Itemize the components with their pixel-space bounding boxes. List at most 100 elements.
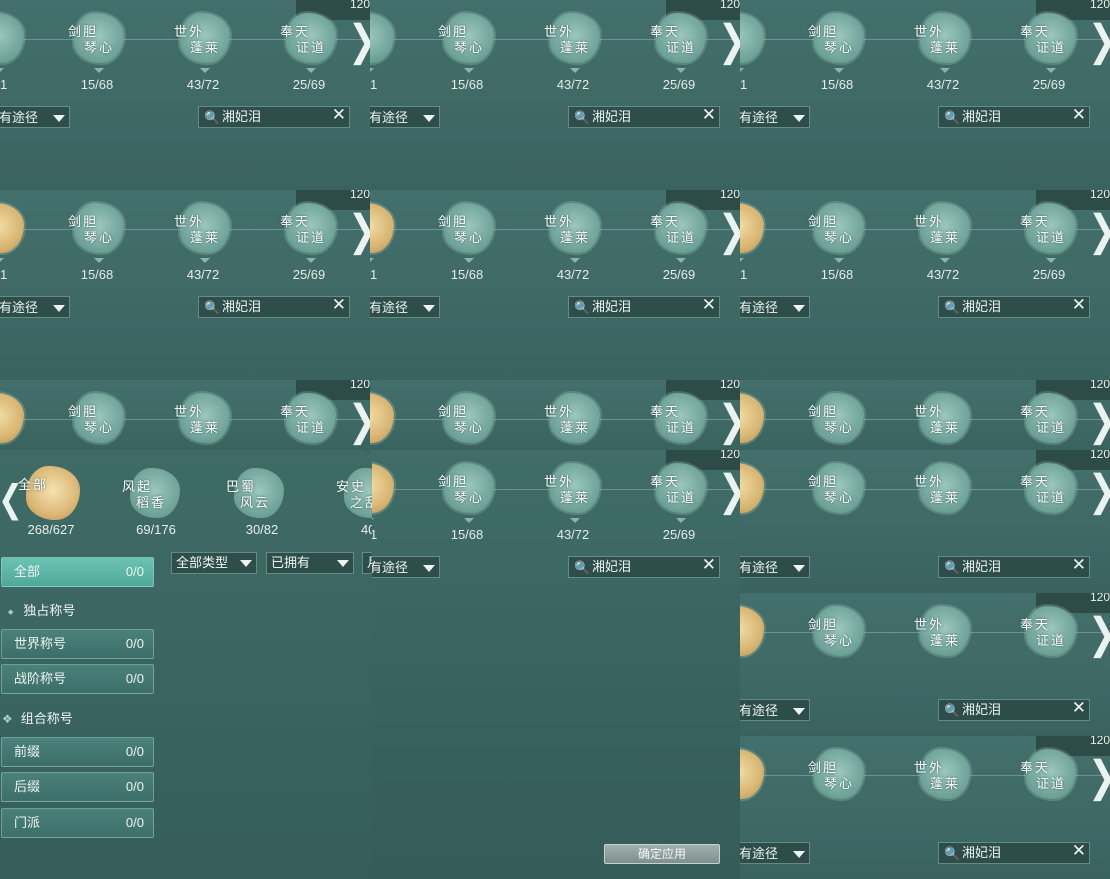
next-arrow-icon[interactable]: ❯ (1088, 756, 1110, 799)
medal-button-2[interactable]: 世外 蓬莱 (544, 463, 600, 513)
medal-button-2[interactable]: 世外 蓬莱 (914, 606, 970, 656)
medal-button-2[interactable]: 世外 蓬莱 (544, 203, 600, 253)
medal-button-3[interactable]: 奉天 证道 (1020, 606, 1076, 656)
medal-button-0[interactable]: 乱 (370, 393, 394, 443)
medal-button-1[interactable]: 剑胆 琴心 (808, 606, 864, 656)
clear-icon[interactable]: ✕ (702, 105, 716, 125)
medal-button-0[interactable]: 乱 (370, 203, 394, 253)
source-dropdown[interactable]: 有途径 (740, 296, 810, 318)
next-arrow-icon[interactable]: ❯ (1088, 20, 1110, 63)
search-input[interactable]: 🔍 湘妃泪 ✕ (568, 105, 720, 128)
category-medal-1[interactable]: 风起 稻香 (122, 468, 180, 518)
medal-button-2[interactable]: 世外 蓬莱 (174, 393, 230, 443)
search-input[interactable]: 🔍 湘妃泪 ✕ (198, 295, 350, 318)
medal-button-3[interactable]: 奉天 证道 (1020, 13, 1076, 63)
medal-button-3[interactable]: 奉天 证道 (1020, 749, 1076, 799)
medal-button-1[interactable]: 剑胆 琴心 (808, 13, 864, 63)
medal-button-3[interactable]: 奉天 证道 (650, 13, 706, 63)
source-dropdown[interactable]: 有途径 (740, 556, 810, 578)
medal-button-1[interactable]: 剑胆 琴心 (438, 463, 494, 513)
medal-button-1[interactable]: 剑胆 琴心 (68, 13, 124, 63)
sidebar-item-prefix[interactable]: 前缀 0/0 (1, 737, 154, 767)
medal-button-1[interactable]: 剑胆 琴心 (68, 393, 124, 443)
extra-filter-dropdown[interactable]: 月 (362, 552, 372, 574)
medal-button-2[interactable]: 世外 蓬莱 (544, 393, 600, 443)
next-arrow-icon[interactable]: ❯ (718, 210, 740, 253)
search-input[interactable]: 🔍 湘妃泪 ✕ (938, 698, 1090, 721)
search-input[interactable]: 🔍 湘妃泪 ✕ (568, 555, 720, 578)
search-input[interactable]: 🔍 湘妃泪 ✕ (938, 841, 1090, 864)
medal-button-2[interactable]: 世外 蓬莱 (914, 749, 970, 799)
sidebar-item-suffix[interactable]: 后缀 0/0 (1, 772, 154, 802)
clear-icon[interactable]: ✕ (702, 555, 716, 575)
category-medal-0[interactable]: 全部 (18, 466, 80, 520)
source-dropdown[interactable]: 有途径 (740, 699, 810, 721)
medal-button-3[interactable]: 奉天 证道 (280, 203, 336, 253)
medal-button-2[interactable]: 世外 蓬莱 (914, 13, 970, 63)
ownership-filter-dropdown[interactable]: 已拥有 (266, 552, 354, 574)
medal-button-0[interactable]: 乱 (0, 203, 24, 253)
clear-icon[interactable]: ✕ (1072, 841, 1086, 861)
search-input[interactable]: 🔍 湘妃泪 ✕ (198, 105, 350, 128)
next-arrow-icon[interactable]: ❯ (348, 210, 370, 253)
medal-button-0[interactable]: 乱 (740, 606, 764, 656)
medal-button-1[interactable]: 剑胆 琴心 (438, 203, 494, 253)
next-arrow-icon[interactable]: ❯ (718, 400, 740, 443)
sidebar-item-school[interactable]: 门派 0/0 (1, 808, 154, 838)
medal-button-0[interactable]: 乱 (740, 13, 764, 63)
medal-button-3[interactable]: 奉天 证道 (650, 203, 706, 253)
category-medal-2[interactable]: 巴蜀 风云 (226, 468, 284, 518)
confirm-apply-button[interactable]: 确定应用 (604, 844, 720, 864)
medal-button-0[interactable]: 乱 (0, 13, 24, 63)
sidebar-item-world[interactable]: 世界称号 0/0 (1, 629, 154, 659)
source-dropdown[interactable]: 有途径 (370, 106, 440, 128)
next-arrow-icon[interactable]: ❯ (718, 20, 740, 63)
medal-button-0[interactable]: 乱 (740, 463, 764, 513)
medal-button-1[interactable]: 剑胆 琴心 (68, 203, 124, 253)
clear-icon[interactable]: ✕ (1072, 555, 1086, 575)
source-dropdown[interactable]: 有途径 (370, 556, 440, 578)
search-input[interactable]: 🔍 湘妃泪 ✕ (938, 555, 1090, 578)
medal-button-3[interactable]: 奉天 证道 (280, 393, 336, 443)
type-filter-dropdown[interactable]: 全部类型 (171, 552, 257, 574)
medal-button-3[interactable]: 奉天 证道 (650, 393, 706, 443)
medal-button-0[interactable]: 乱 (740, 393, 764, 443)
medal-button-0[interactable]: 乱 (740, 749, 764, 799)
search-input[interactable]: 🔍 湘妃泪 ✕ (568, 295, 720, 318)
sidebar-item-rank[interactable]: 战阶称号 0/0 (1, 664, 154, 694)
search-input[interactable]: 🔍 湘妃泪 ✕ (938, 105, 1090, 128)
next-arrow-icon[interactable]: ❯ (348, 400, 370, 443)
medal-button-2[interactable]: 世外 蓬莱 (174, 203, 230, 253)
medal-button-3[interactable]: 奉天 证道 (1020, 203, 1076, 253)
medal-button-1[interactable]: 剑胆 琴心 (808, 393, 864, 443)
medal-button-3[interactable]: 奉天 证道 (280, 13, 336, 63)
next-arrow-icon[interactable]: ❯ (1088, 210, 1110, 253)
next-arrow-icon[interactable]: ❯ (1088, 400, 1110, 443)
medal-button-3[interactable]: 奉天 证道 (1020, 393, 1076, 443)
source-dropdown[interactable]: 有途径 (740, 842, 810, 864)
clear-icon[interactable]: ✕ (332, 105, 346, 125)
medal-button-1[interactable]: 剑胆 琴心 (438, 393, 494, 443)
search-input[interactable]: 🔍 湘妃泪 ✕ (938, 295, 1090, 318)
medal-button-2[interactable]: 世外 蓬莱 (914, 463, 970, 513)
medal-button-2[interactable]: 世外 蓬莱 (544, 13, 600, 63)
source-dropdown[interactable]: 有途径 (370, 296, 440, 318)
clear-icon[interactable]: ✕ (1072, 105, 1086, 125)
medal-button-0[interactable]: 乱 (740, 203, 764, 253)
medal-button-0[interactable]: 乱 (370, 13, 394, 63)
next-arrow-icon[interactable]: ❯ (1088, 470, 1110, 513)
next-arrow-icon[interactable]: ❯ (1088, 613, 1110, 656)
sidebar-item-all[interactable]: 全部 0/0 (1, 557, 154, 587)
medal-button-3[interactable]: 奉天 证道 (1020, 463, 1076, 513)
clear-icon[interactable]: ✕ (1072, 295, 1086, 315)
clear-icon[interactable]: ✕ (1072, 698, 1086, 718)
medal-button-0[interactable]: 乱 (370, 463, 394, 513)
medal-button-2[interactable]: 世外 蓬莱 (174, 13, 230, 63)
medal-button-2[interactable]: 世外 蓬莱 (914, 393, 970, 443)
source-dropdown[interactable]: 有途径 (0, 106, 70, 128)
medal-button-3[interactable]: 奉天 证道 (650, 463, 706, 513)
medal-button-1[interactable]: 剑胆 琴心 (808, 749, 864, 799)
medal-button-1[interactable]: 剑胆 琴心 (808, 203, 864, 253)
next-arrow-icon[interactable]: ❯ (718, 470, 740, 513)
source-dropdown[interactable]: 有途径 (740, 106, 810, 128)
